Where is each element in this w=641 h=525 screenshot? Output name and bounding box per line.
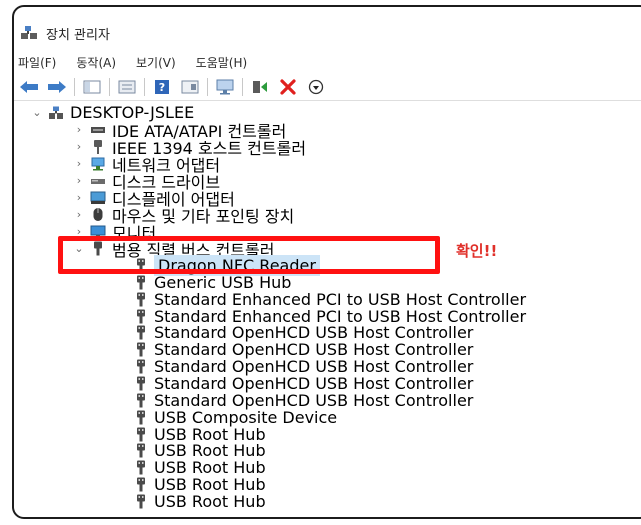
usb-device-item[interactable]: Standard OpenHCD USB Host Controller [136,374,473,393]
device-manager-icon [20,25,38,41]
computer-icon [48,106,64,120]
usb-plug-icon [136,477,146,492]
usb-device-item[interactable]: Standard Enhanced PCI to USB Host Contro… [136,290,526,309]
chevron-right-icon[interactable]: › [72,191,86,204]
forward-arrow-icon[interactable] [46,77,68,97]
usb-device-item[interactable]: Standard OpenHCD USB Host Controller [136,323,473,342]
uninstall-x-icon[interactable] [277,77,299,97]
enable-device-icon[interactable] [305,77,327,97]
usb-plug-icon [136,292,146,307]
svg-text:?: ? [159,81,165,94]
usb-device-item[interactable]: Standard OpenHCD USB Host Controller [136,340,473,359]
usb-plug-icon [136,460,146,475]
chevron-right-icon[interactable]: › [72,157,86,170]
window-title: 장치 관리자 [46,27,110,43]
usb-device-item[interactable]: Standard OpenHCD USB Host Controller [136,391,473,410]
menu-file[interactable]: 파일(F) [18,54,56,71]
chevron-right-icon[interactable]: › [72,208,86,221]
usb-device-item[interactable]: Generic USB Hub [136,273,291,292]
usb-plug-icon [136,393,146,408]
highlight-box [58,236,440,274]
properties-icon[interactable] [116,77,138,97]
usb-plug-icon [136,427,146,442]
chevron-right-icon[interactable]: › [72,140,86,153]
menu-action[interactable]: 동작(A) [76,54,116,71]
usb-plug-icon [136,494,146,509]
toolbar-separator [144,78,145,96]
chevron-down-icon[interactable]: ⌄ [30,106,44,119]
usb-plug-icon [136,443,146,458]
update-driver-icon[interactable] [249,77,271,97]
menu-help[interactable]: 도움말(H) [196,54,248,71]
ieee1394-controller-icon [90,139,106,154]
usb-device-item[interactable]: USB Root Hub [136,441,266,460]
usb-plug-icon [136,342,146,357]
toolbar-divider [14,100,641,101]
usb-plug-icon [136,275,146,290]
menu-bar: 파일(F) 동작(A) 보기(V) 도움말(H) [18,52,267,72]
usb-plug-icon [136,325,146,340]
usb-device-item[interactable]: USB Root Hub [136,475,266,494]
usb-plug-icon [136,309,146,324]
tree-category-mouse[interactable]: › 마우스 및 기타 포인팅 장치 [72,206,294,226]
toolbar-separator [207,78,208,96]
menu-view[interactable]: 보기(V) [136,54,176,71]
usb-device-item[interactable]: Standard OpenHCD USB Host Controller [136,357,473,376]
toolbar-separator [74,78,75,96]
toolbar-separator [242,78,243,96]
usb-device-item[interactable]: USB Root Hub [136,491,266,511]
usb-device-item[interactable]: Standard Enhanced PCI to USB Host Contro… [136,307,526,326]
ide-controller-icon [90,123,106,137]
display-adapter-icon [90,191,106,205]
usb-device-label: USB Root Hub [154,491,266,511]
show-hide-tree-icon[interactable] [81,77,103,97]
toolbar: ? [18,76,333,98]
usb-device-item[interactable]: USB Root Hub [136,425,266,444]
network-adapter-icon [90,157,106,171]
usb-plug-icon [136,359,146,374]
chevron-right-icon[interactable]: › [72,123,86,136]
usb-device-item[interactable]: USB Root Hub [136,458,266,477]
title-bar: 장치 관리자 [20,22,110,44]
disk-drive-icon [90,174,106,188]
mouse-icon [90,208,106,222]
usb-plug-icon [136,410,146,425]
annotation-text: 확인!! [456,242,498,260]
scan-hardware-icon[interactable] [214,77,236,97]
toolbar-separator [109,78,110,96]
chevron-right-icon[interactable]: › [72,174,86,187]
usb-device-item[interactable]: USB Composite Device [136,408,337,427]
back-arrow-icon[interactable] [18,77,40,97]
help-icon[interactable]: ? [151,77,173,97]
usb-plug-icon [136,376,146,391]
view-icon[interactable] [179,77,201,97]
